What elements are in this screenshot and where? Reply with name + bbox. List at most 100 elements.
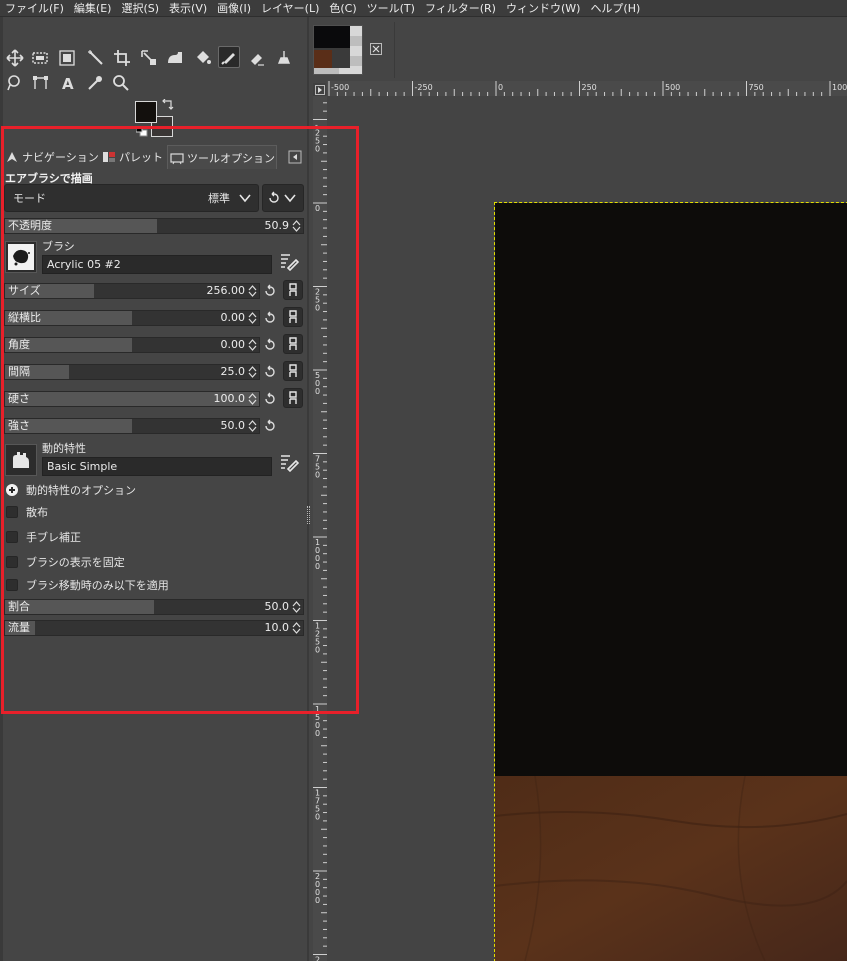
size-link-icon[interactable] [283,280,303,300]
angle-slider[interactable]: 角度 0.00 [4,337,260,353]
bucket-fill-tool-icon[interactable] [192,47,214,69]
move-tool-icon[interactable] [4,47,26,69]
tab-navigation[interactable]: ナビゲーション [3,145,99,169]
force-slider[interactable]: 強さ 50.0 [4,418,260,434]
dynamics-name-field[interactable]: Basic Simple [42,457,272,476]
opacity-slider[interactable]: 不透明度 50.9 [4,218,304,234]
force-reset-icon[interactable] [261,417,279,435]
smoothing-checkbox-row[interactable]: 手ブレ補正 [6,529,81,545]
spin-arrows-icon[interactable] [248,312,257,324]
zoom-tool-icon[interactable] [110,72,132,94]
menu-item-7[interactable]: ツール(T) [362,0,420,17]
image-brown-region[interactable] [495,776,847,961]
hardness-link-icon[interactable] [283,388,303,408]
menu-item-1[interactable]: 編集(E) [69,0,117,17]
spin-arrows-icon[interactable] [248,366,257,378]
brush-name-field[interactable]: Acrylic 05 #2 [42,255,272,274]
menu-item-9[interactable]: ウィンドウ(W) [501,0,585,17]
spin-arrows-icon[interactable] [248,285,257,297]
incremental-checkbox-row[interactable]: ブラシ移動時のみ以下を適用 [6,577,169,593]
menu-item-2[interactable]: 選択(S) [116,0,164,17]
horizontal-ruler[interactable]: -500 -250 0 250 500 750 1000 [327,81,847,96]
image-dark-region[interactable] [495,203,847,776]
smoothing-checkbox[interactable] [6,531,18,543]
spin-arrows-icon[interactable] [248,393,257,405]
fuzzy-wand-tool-icon[interactable] [85,47,107,69]
mode-combo[interactable]: モード 標準 [4,184,259,212]
spin-arrows-icon[interactable] [292,220,301,232]
menu-item-3[interactable]: 表示(V) [164,0,212,17]
spin-arrows-icon[interactable] [248,339,257,351]
angle-link-icon[interactable] [283,334,303,354]
hardness-slider[interactable]: 硬さ 100.0 [4,391,260,407]
dynamics-options-expander[interactable]: 動的特性のオプション [6,482,136,498]
hardness-reset-icon[interactable] [261,390,279,408]
unified-transform-tool-icon[interactable] [138,47,160,69]
incremental-checkbox[interactable] [6,579,18,591]
spin-arrows-icon[interactable] [248,420,257,432]
default-colors-icon[interactable] [136,126,148,137]
lock-brush-view-checkbox[interactable] [6,556,18,568]
opacity-value: 50.9 [264,219,290,232]
spin-arrows-icon[interactable] [292,601,301,613]
size-reset-icon[interactable] [261,282,279,300]
flow-value: 10.0 [264,621,290,634]
flow-slider[interactable]: 流量 10.0 [4,620,304,636]
spacing-slider[interactable]: 間隔 25.0 [4,364,260,380]
scatter-checkbox[interactable] [6,506,18,518]
aspect-reset-icon[interactable] [261,309,279,327]
rate-slider[interactable]: 割合 50.0 [4,599,304,615]
foreground-color-swatch[interactable] [135,101,157,123]
spin-arrows-icon[interactable] [292,622,301,634]
smudge-tool-icon[interactable] [4,72,26,94]
lock-brush-view-checkbox-row[interactable]: ブラシの表示を固定 [6,554,125,570]
warp-transform-tool-icon[interactable] [164,47,186,69]
dock-resize-handle[interactable] [307,506,310,524]
menu-item-8[interactable]: フィルター(R) [420,0,501,17]
panel-menu-icon[interactable] [288,150,302,164]
text-tool-icon[interactable]: A [57,72,79,94]
close-icon[interactable] [370,43,382,55]
edit-brush-icon[interactable] [279,251,299,271]
size-slider[interactable]: サイズ 256.00 [4,283,260,299]
edit-dynamics-icon[interactable] [279,452,299,472]
spacing-reset-icon[interactable] [261,363,279,381]
aspect-link-icon[interactable] [283,307,303,327]
eraser-tool-icon[interactable] [246,47,268,69]
brush-preview[interactable] [5,241,37,273]
size-value: 256.00 [206,284,246,297]
spacing-link-icon[interactable] [283,361,303,381]
airbrush-tool-icon[interactable] [218,46,240,68]
angle-reset-icon[interactable] [261,336,279,354]
force-value: 50.0 [220,419,246,432]
menu-item-5[interactable]: レイヤー(L) [256,0,324,17]
mode-reset-combo[interactable] [262,184,304,212]
svg-text:A: A [62,75,74,92]
dynamics-preview[interactable] [5,444,37,476]
quick-mask-toggle[interactable] [313,83,326,96]
crop-tool-icon[interactable] [111,47,133,69]
vertical-ruler[interactable]: -250 0 250 500 750 1000 1250 1500 1750 2000 2250 [313,96,327,961]
scatter-label: 散布 [26,506,48,519]
ruler-label: 2000 [315,872,320,905]
paths-tool-icon[interactable] [30,72,52,94]
menu-item-4[interactable]: 画像(I) [212,0,256,17]
image-tab-thumbnail[interactable] [313,25,363,75]
menu-item-10[interactable]: ヘルプ(H) [585,0,645,17]
scatter-checkbox-row[interactable]: 散布 [6,504,48,520]
ruler-label: -500 [331,83,349,92]
color-picker-tool-icon[interactable] [84,72,106,94]
tab-tool-options[interactable]: ツールオプション [167,145,277,169]
menu-item-6[interactable]: 色(C) [324,0,361,17]
vertical-ruler-scale: -250 0 250 500 750 1000 1250 1500 1750 2000 2250 [313,102,327,961]
swap-colors-icon[interactable] [160,99,174,113]
clone-tool-icon[interactable] [273,47,295,69]
flow-label: 流量 [8,621,30,634]
rect-select-tool-icon[interactable] [29,47,51,69]
ruler-label: -250 [415,83,433,92]
tab-palette[interactable]: パレット [100,145,166,169]
menu-item-0[interactable]: ファイル(F) [0,0,69,17]
fuzzy-select-tool-icon[interactable] [56,47,78,69]
aspect-ratio-slider[interactable]: 縦横比 0.00 [4,310,260,326]
dock-separator[interactable] [307,17,309,961]
